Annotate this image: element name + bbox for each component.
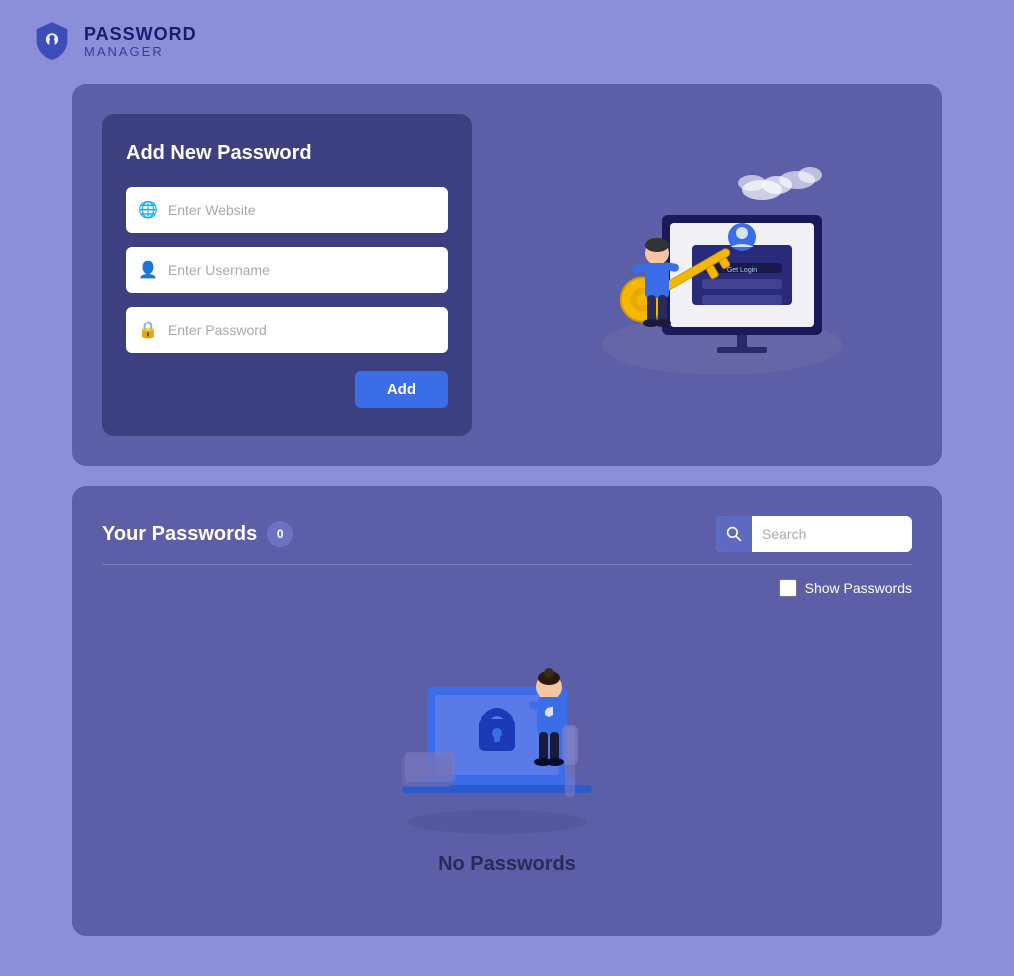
passwords-count-badge: 0	[267, 521, 293, 547]
svg-text:Get Login: Get Login	[727, 267, 757, 274]
no-passwords-text: No Passwords	[438, 853, 576, 876]
your-passwords-title: Your Passwords	[102, 523, 257, 546]
your-passwords-card: Your Passwords 0 Show Passwords	[72, 486, 942, 936]
username-input[interactable]	[168, 262, 436, 278]
search-box	[716, 516, 912, 552]
empty-state: No Passwords	[102, 617, 912, 906]
username-input-group: 👤	[126, 247, 448, 293]
website-input[interactable]	[168, 202, 436, 218]
logo-text: PASSWORD MANAGER	[84, 25, 197, 59]
section-divider	[102, 564, 912, 565]
show-passwords-label[interactable]: Show Passwords	[805, 580, 912, 596]
show-passwords-checkbox[interactable]	[779, 579, 797, 597]
login-illustration: Get Login	[562, 145, 862, 405]
form-panel: Add New Password 🌐 👤 🔒 Add	[102, 114, 472, 436]
logo-line1: PASSWORD	[84, 25, 197, 45]
empty-illustration	[397, 637, 617, 837]
user-icon: 👤	[138, 260, 158, 280]
password-input-group: 🔒	[126, 307, 448, 353]
logo-line2: MANAGER	[84, 45, 197, 59]
add-password-title: Add New Password	[126, 142, 448, 165]
add-password-section: Add New Password 🌐 👤 🔒 Add	[102, 114, 912, 436]
lock-icon: 🔒	[138, 320, 158, 340]
add-password-illustration: Get Login	[512, 145, 912, 405]
globe-icon: 🌐	[138, 200, 158, 220]
passwords-title-group: Your Passwords 0	[102, 521, 293, 547]
add-password-card: Add New Password 🌐 👤 🔒 Add	[72, 84, 942, 466]
search-icon	[726, 526, 742, 542]
search-input[interactable]	[752, 526, 912, 542]
header: PASSWORD MANAGER	[20, 20, 994, 64]
password-input[interactable]	[168, 322, 436, 338]
search-button[interactable]	[716, 516, 752, 552]
passwords-header: Your Passwords 0	[102, 516, 912, 552]
website-input-group: 🌐	[126, 187, 448, 233]
show-passwords-toggle: Show Passwords	[779, 579, 912, 597]
show-passwords-row: Show Passwords	[102, 579, 912, 597]
shield-logo-icon	[30, 20, 74, 64]
add-button[interactable]: Add	[355, 371, 448, 408]
